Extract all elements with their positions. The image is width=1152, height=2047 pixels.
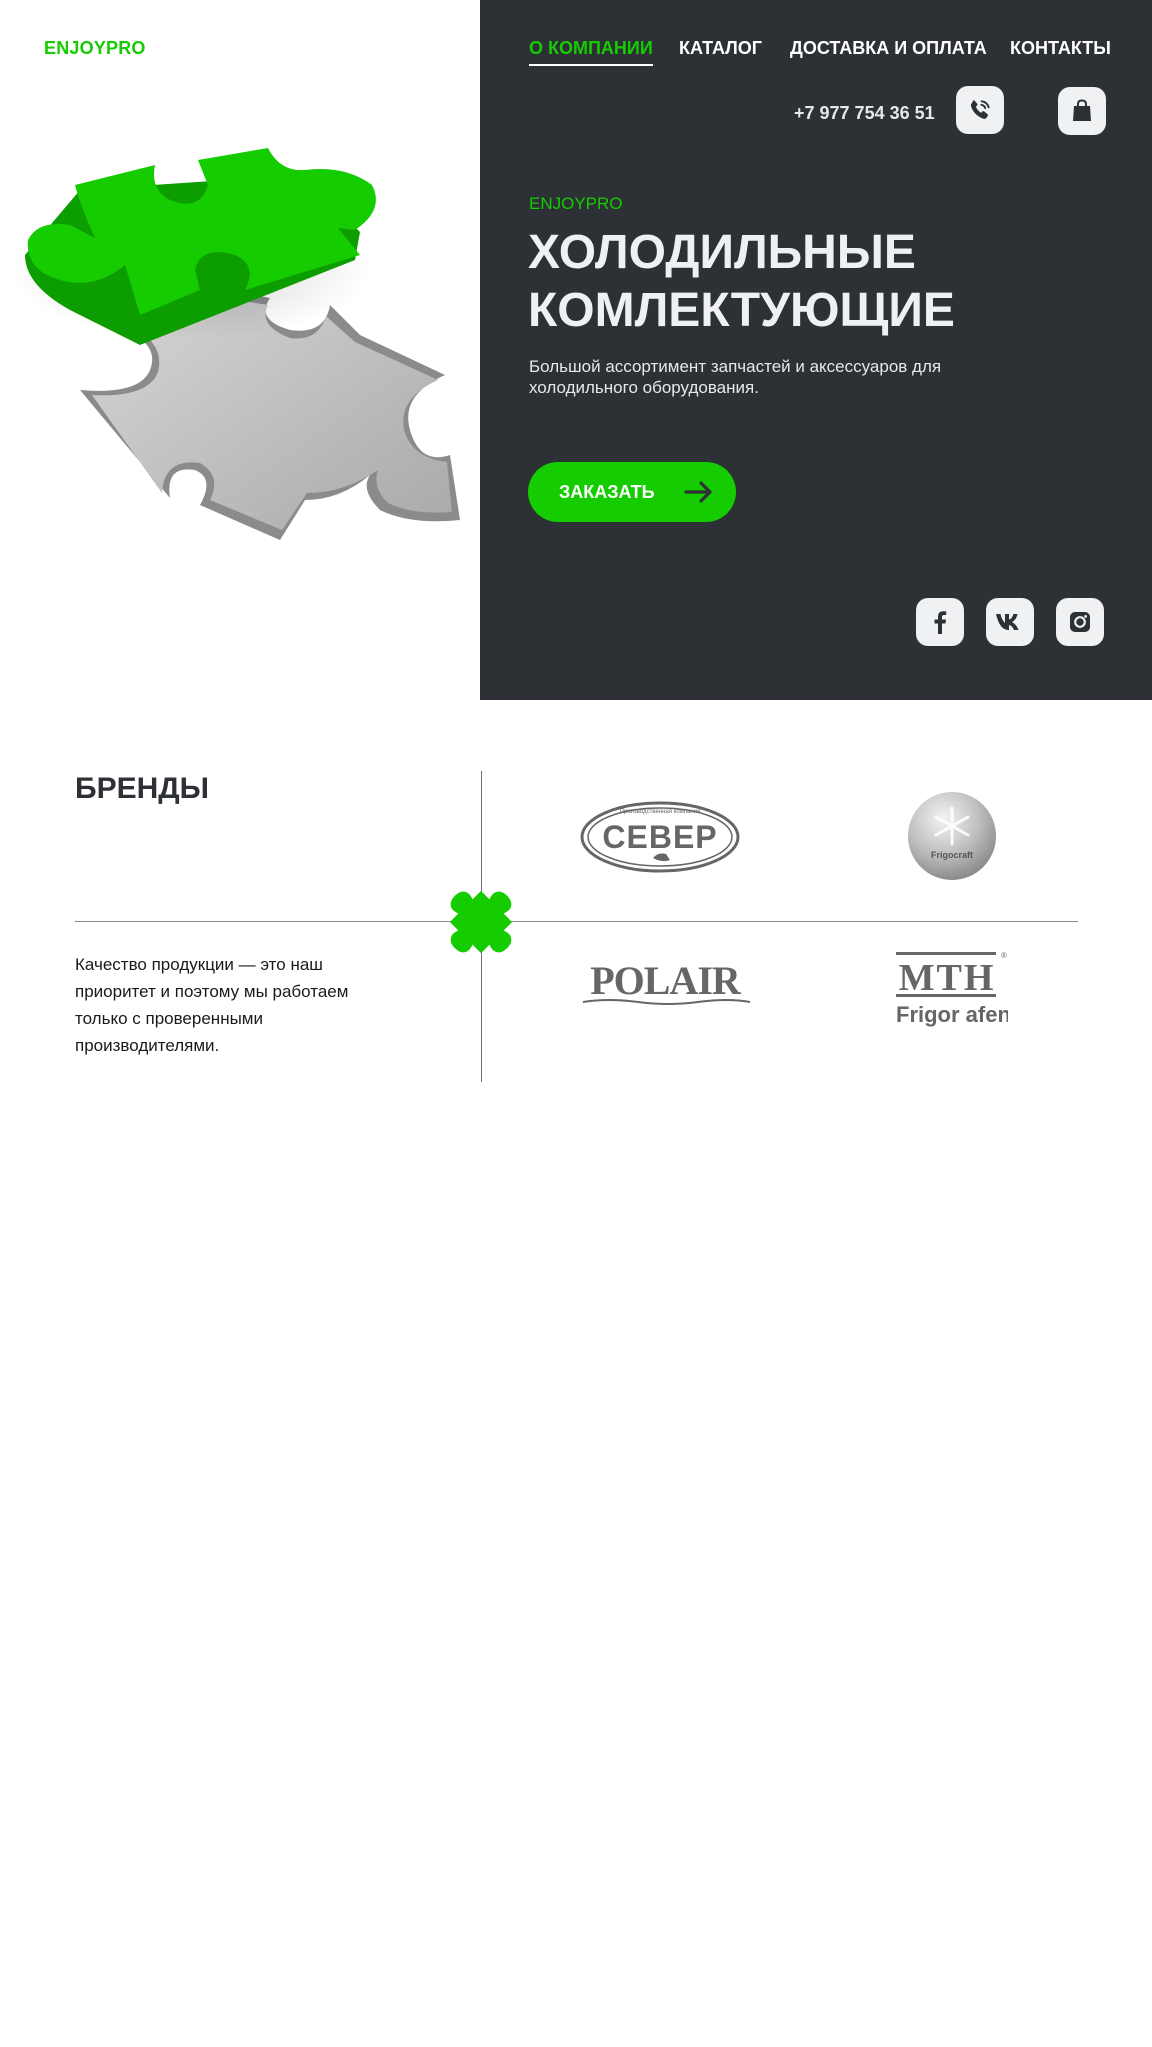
cart-button[interactable]	[1058, 87, 1106, 135]
brand-polair-logo[interactable]: POLAIR	[578, 958, 753, 1008]
facebook-link[interactable]	[916, 598, 964, 646]
instagram-icon	[1070, 612, 1090, 632]
facebook-icon	[934, 611, 947, 634]
divider-horizontal	[75, 921, 1078, 922]
puzzle-piece-icon	[449, 890, 513, 954]
puzzle-illustration	[10, 148, 460, 540]
brand-mth-sub: Frigor afen	[896, 1002, 1008, 1027]
brand-mth-name: MTH	[899, 957, 996, 999]
logo[interactable]: ENJOYPRO	[44, 38, 146, 59]
brand-sever-name: СЕВЕР	[602, 819, 717, 855]
nav-contacts[interactable]: КОНТАКТЫ	[1010, 38, 1111, 59]
svg-text:®: ®	[1001, 951, 1007, 960]
brand-mth-logo[interactable]: MTH ® Frigor afen	[893, 948, 1008, 1028]
brand-sever-logo[interactable]: Производственная компания СЕВЕР	[578, 800, 743, 875]
brand-frigocraft-name: Frigocraft	[931, 850, 973, 860]
hero-kicker: ENJOYPRO	[529, 194, 623, 213]
brand-frigocraft-logo[interactable]: Frigocraft	[906, 790, 998, 882]
hero-subtitle: Большой ассортимент запчастей и аксессуа…	[529, 357, 942, 397]
vk-icon	[996, 614, 1019, 630]
phone-number[interactable]: +7 977 754 36 51	[794, 103, 935, 124]
hero-title: Холодильные комлектующие	[528, 226, 955, 337]
nav-about[interactable]: О КОМПАНИИ	[529, 38, 653, 66]
brands-title: БРЕНДЫ	[75, 772, 209, 805]
order-button[interactable]: ЗАКАЗАТЬ	[528, 462, 736, 522]
nav-catalog[interactable]: КАТАЛОГ	[679, 38, 762, 59]
hero-image-panel	[0, 0, 480, 700]
phone-icon	[970, 100, 990, 119]
shopping-bag-icon	[1073, 99, 1091, 121]
instagram-link[interactable]	[1056, 598, 1104, 646]
order-button-label: ЗАКАЗАТЬ	[559, 481, 655, 502]
vk-link[interactable]	[986, 598, 1034, 646]
call-button[interactable]	[956, 86, 1004, 134]
arrow-right-icon	[684, 481, 712, 503]
brand-polair-name: POLAIR	[590, 958, 742, 1003]
brand-sever-tagline: Производственная компания	[620, 809, 701, 815]
brands-description: Качество продукции — это наш приоритет и…	[75, 955, 349, 1055]
nav-delivery[interactable]: ДОСТАВКА И ОПЛАТА	[790, 38, 987, 59]
